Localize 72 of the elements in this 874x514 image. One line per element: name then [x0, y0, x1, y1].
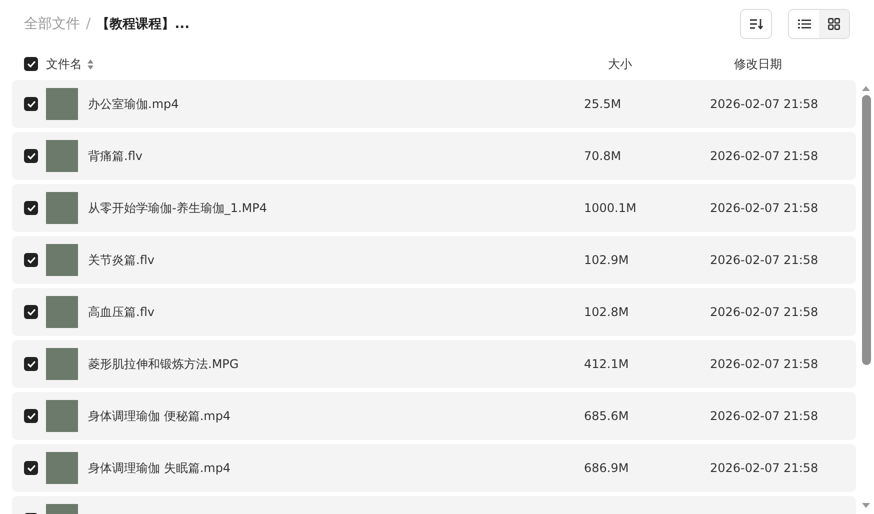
- sort-button[interactable]: [740, 9, 772, 39]
- row-checkbox[interactable]: [24, 305, 38, 319]
- file-name[interactable]: 菱形肌拉伸和锻炼方法.MPG: [88, 356, 239, 370]
- file-row[interactable]: 高血压篇.flv 102.8M 2026-02-07 21:58: [12, 288, 856, 336]
- grid-view-button[interactable]: [819, 10, 849, 38]
- row-checkbox[interactable]: [24, 253, 38, 267]
- file-size: 686.9M: [584, 461, 629, 475]
- video-thumbnail-placeholder: [46, 400, 78, 432]
- modified-date: 2026-02-07 21:58: [710, 409, 818, 423]
- select-all-checkbox[interactable]: [24, 57, 38, 71]
- checkmark-icon: [26, 308, 36, 316]
- file-name[interactable]: 背痛篇.flv: [88, 148, 142, 162]
- file-name[interactable]: 高血压篇.flv: [88, 304, 154, 318]
- column-header: 大小: [608, 56, 632, 72]
- video-thumbnail-placeholder: [46, 140, 78, 172]
- row-checkbox[interactable]: [24, 97, 38, 111]
- file-size: 685.6M: [584, 409, 629, 423]
- breadcrumb-item[interactable]: 【教程课程】...: [96, 15, 190, 33]
- file-size: 70.8M: [584, 149, 622, 163]
- sort-arrows-icon[interactable]: [87, 58, 94, 70]
- row-checkbox[interactable]: [24, 201, 38, 215]
- file-size: 25.5M: [584, 97, 622, 111]
- row-checkbox[interactable]: [24, 461, 38, 475]
- grid-icon: [828, 18, 840, 30]
- scrollbar-thumb[interactable]: [862, 95, 870, 365]
- modified-date: 2026-02-07 21:58: [710, 149, 818, 163]
- modified-date: 2026-02-07 21:58: [710, 357, 818, 371]
- video-thumbnail-placeholder: [46, 88, 78, 120]
- file-name[interactable]: 关节炎篇.flv: [88, 252, 154, 266]
- row-checkbox[interactable]: [24, 409, 38, 423]
- column-header: 修改日期: [734, 56, 782, 72]
- file-name[interactable]: 从零开始学瑜伽-养生瑜伽_1.MP4: [88, 200, 268, 214]
- file-row[interactable]: 办公室瑜伽.mp4 25.5M 2026-02-07 21:58: [12, 80, 856, 128]
- file-size: 1000.1M: [584, 201, 636, 215]
- video-thumbnail-placeholder: [46, 192, 78, 224]
- modified-date: 2026-02-07 21:58: [710, 461, 818, 475]
- modified-date: 2026-02-07 21:58: [710, 305, 818, 319]
- sort-icon: [749, 18, 763, 30]
- modified-date: 2026-02-07 21:58: [710, 201, 818, 215]
- checkmark-icon: [26, 256, 36, 264]
- modified-date: 2026-02-07 21:58: [710, 97, 818, 111]
- file-name[interactable]: 身体调理瑜伽 失眠篇.mp4: [88, 460, 231, 474]
- column-header[interactable]: 文件名: [46, 56, 82, 72]
- checkmark-icon: [26, 412, 36, 420]
- checkmark-icon: [26, 204, 36, 212]
- checkmark-icon: [26, 152, 36, 160]
- video-thumbnail-placeholder: [46, 348, 78, 380]
- scroll-up-icon[interactable]: [861, 84, 871, 92]
- row-checkbox[interactable]: [24, 357, 38, 371]
- list-icon: [798, 19, 810, 29]
- scroll-down-icon[interactable]: [861, 502, 871, 510]
- video-thumbnail-placeholder: [46, 244, 78, 276]
- checkmark-icon: [26, 464, 36, 472]
- modified-date: 2026-02-07 21:58: [710, 253, 818, 267]
- file-row[interactable]: 身体调理瑜伽 便秘篇.mp4 685.6M 2026-02-07 21:58: [12, 392, 856, 440]
- file-row[interactable]: 身体调理瑜伽 失眠篇.mp4 686.9M 2026-02-07 21:58: [12, 444, 856, 492]
- checkmark-icon: [26, 60, 36, 68]
- file-size: 102.9M: [584, 253, 629, 267]
- checkmark-icon: [26, 360, 36, 368]
- video-thumbnail-placeholder: [46, 452, 78, 484]
- file-row[interactable]: 从零开始学瑜伽-养生瑜伽_1.MP4 1000.1M 2026-02-07 21:58: [12, 184, 856, 232]
- file-size: 102.8M: [584, 305, 629, 319]
- file-row[interactable]: 关节炎篇.flv 102.9M 2026-02-07 21:58: [12, 236, 856, 284]
- video-thumbnail-placeholder: [46, 296, 78, 328]
- row-checkbox[interactable]: [24, 149, 38, 163]
- file-name[interactable]: 身体调理瑜伽 便秘篇.mp4: [88, 408, 231, 422]
- file-row[interactable]: 背痛篇.flv 70.8M 2026-02-07 21:58: [12, 132, 856, 180]
- file-row[interactable]: 菱形肌拉伸和锻炼方法.MPG 412.1M 2026-02-07 21:58: [12, 340, 856, 388]
- file-name[interactable]: 办公室瑜伽.mp4: [88, 96, 179, 110]
- checkmark-icon: [26, 100, 36, 108]
- breadcrumb-separator: /: [86, 16, 91, 32]
- file-size: 412.1M: [584, 357, 629, 371]
